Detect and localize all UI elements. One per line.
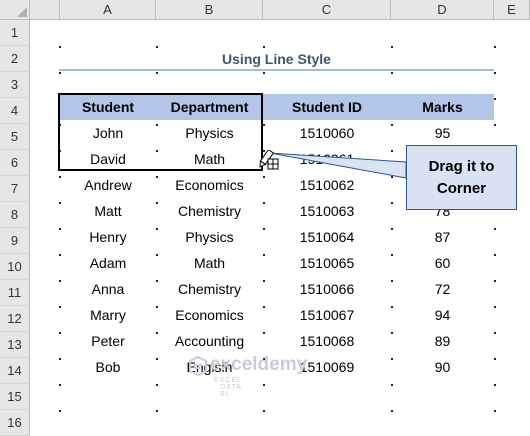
watermark-sub: EXCEL · DATA · BI xyxy=(214,377,242,398)
callout-line2: Corner xyxy=(436,180,487,197)
exceldemy-logo-icon xyxy=(189,356,207,376)
callout-line1: Drag it to xyxy=(428,158,495,175)
watermark-name: exceldemy xyxy=(210,354,308,375)
callout-box: Drag it to Corner xyxy=(406,145,517,210)
move-cross-icon xyxy=(267,158,279,170)
